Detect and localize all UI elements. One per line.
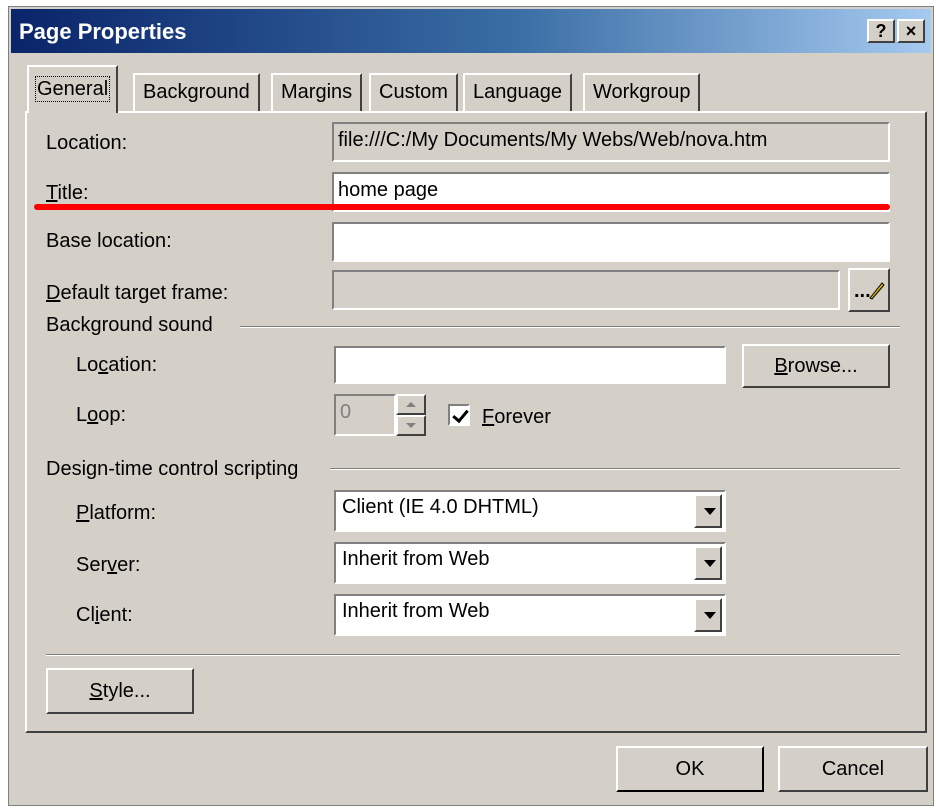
base-location-label: Base location: (46, 230, 172, 252)
background-sound-separator (240, 326, 900, 328)
background-sound-heading: Background sound (46, 314, 213, 336)
loop-label: Loop: (76, 404, 127, 426)
location-label: Location: (46, 132, 128, 154)
base-location-input[interactable] (332, 222, 890, 262)
edit-target-frame-button[interactable]: ... (848, 268, 890, 312)
up-arrow-icon (406, 402, 416, 407)
design-time-scripting-heading: Design-time control scripting (46, 458, 299, 480)
ok-button[interactable]: OK (616, 746, 764, 792)
server-label: Server: (76, 554, 141, 576)
browse-button[interactable]: Browse... (742, 344, 890, 388)
forever-checkbox[interactable] (448, 404, 470, 426)
bottom-separator (46, 654, 900, 656)
pencil-icon (869, 282, 885, 300)
sound-location-label: Location: (76, 354, 158, 376)
red-annotation-underline (34, 204, 890, 210)
style-button[interactable]: Style... (46, 668, 194, 714)
cancel-button[interactable]: Cancel (778, 746, 928, 792)
client-label: Client: (76, 604, 133, 626)
forever-label: Forever (482, 406, 551, 428)
loop-spin-up-button[interactable] (396, 394, 426, 415)
location-field: file:///C:/My Documents/My Webs/Web/nova… (332, 122, 890, 162)
platform-dropdown-icon[interactable] (694, 494, 722, 528)
server-select[interactable]: Inherit from Web (334, 542, 726, 584)
platform-label: Platform: (76, 502, 157, 524)
server-dropdown-icon[interactable] (694, 546, 722, 580)
title-label: Title: (46, 182, 89, 204)
down-arrow-icon (406, 423, 416, 428)
platform-select[interactable]: Client (IE 4.0 DHTML) (334, 490, 726, 532)
client-dropdown-icon[interactable] (694, 598, 722, 632)
default-target-frame-label: Default target frame: (46, 282, 229, 304)
default-target-frame-field (332, 270, 840, 310)
sound-location-input[interactable] (334, 346, 726, 384)
loop-spin-down-button[interactable] (396, 415, 426, 436)
scripting-separator (330, 468, 900, 470)
loop-count-input[interactable]: 0 (334, 394, 396, 436)
client-select[interactable]: Inherit from Web (334, 594, 726, 636)
